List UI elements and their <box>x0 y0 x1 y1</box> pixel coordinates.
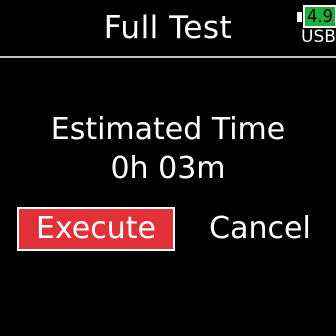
device-screen: Full Test 4.9 USB Estimated Time 0h 03m … <box>0 0 336 336</box>
power-source-label: USB <box>301 27 336 47</box>
header: Full Test 4.9 USB <box>0 0 336 56</box>
battery-indicator: 4.9 USB <box>297 5 336 49</box>
cancel-button[interactable]: Cancel <box>190 207 330 251</box>
page-title: Full Test <box>103 10 233 46</box>
header-divider <box>0 56 336 58</box>
estimated-time-value: 0h 03m <box>110 151 226 186</box>
execute-button[interactable]: Execute <box>17 207 175 251</box>
estimated-time-label: Estimated Time <box>50 112 286 147</box>
battery-icon <box>297 12 302 22</box>
battery-level: 4.9 <box>307 6 333 27</box>
